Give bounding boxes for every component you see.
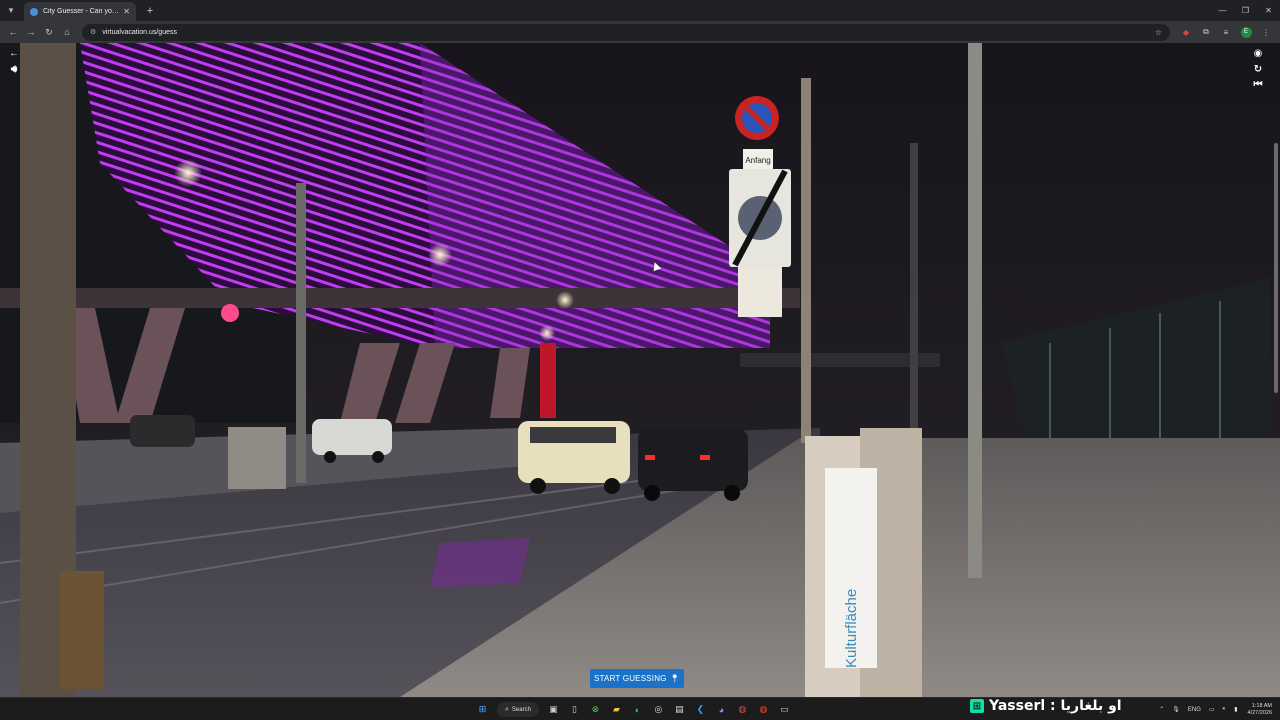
page-scrollbar[interactable]: [1274, 143, 1278, 393]
volume-tray-icon[interactable]: 🔈︎: [1223, 706, 1227, 713]
map-pin-icon: 📍︎: [669, 674, 680, 683]
car-dark-sedan: [638, 429, 748, 501]
media-playlist-icon[interactable]: ≡: [1218, 24, 1234, 40]
chrome-icon[interactable]: ◍: [734, 701, 751, 718]
file-explorer-icon[interactable]: ▰: [608, 701, 625, 718]
browser-tab[interactable]: City Guesser - Can you guess o ✕: [24, 2, 136, 21]
site-info-icon[interactable]: ⚙: [90, 28, 96, 36]
language-indicator[interactable]: ENG: [1188, 707, 1201, 713]
windows-start-icon[interactable]: ⊞: [474, 701, 491, 718]
phone-link-icon[interactable]: ▯: [566, 701, 583, 718]
forward-icon[interactable]: →: [22, 23, 40, 41]
start-guessing-label: START GUESSING: [594, 674, 667, 683]
reload-icon[interactable]: ↻: [40, 23, 58, 41]
discord-icon[interactable]: ◕: [713, 701, 730, 718]
target-icon[interactable]: ◉: [1251, 46, 1265, 60]
tab-search-icon[interactable]: ▾: [2, 1, 20, 19]
site-favicon-icon: [30, 7, 38, 16]
task-view-icon[interactable]: ▣: [545, 701, 562, 718]
car-dark-left: [130, 415, 195, 447]
back-arrow-icon[interactable]: ←: [7, 46, 21, 60]
bin-label-text: Kulturfläche: [843, 589, 860, 668]
back-icon[interactable]: ←: [4, 23, 22, 41]
maximize-icon[interactable]: ❐: [1234, 0, 1257, 21]
taskbar-clock[interactable]: 1:18 AM 4/27/2026: [1248, 703, 1272, 717]
profile-avatar[interactable]: E: [1238, 24, 1254, 40]
browser-toolbar: ← → ↻ ⌂ ⚙ virtualvacation.us/guess ☆ ◆ ⧉…: [0, 21, 1280, 43]
minimize-icon[interactable]: —: [1211, 0, 1234, 21]
extension-shield-icon[interactable]: ◆: [1178, 24, 1194, 40]
tab-strip: ▾ City Guesser - Can you guess o ✕ + — ❐…: [0, 0, 1280, 21]
microphone-icon[interactable]: 🎙︎: [1172, 706, 1180, 713]
street-view-panorama[interactable]: Anfang Kulturfläche ← 🔊︎ ◉ ↻ ⏮ START GUE…: [0, 43, 1280, 697]
volume-icon[interactable]: 🔊︎: [7, 62, 21, 76]
vscode-icon[interactable]: ❮: [692, 701, 709, 718]
close-tab-icon[interactable]: ✕: [123, 7, 130, 16]
street-scene-image: Anfang Kulturfläche: [0, 43, 1280, 697]
browser-menu-icon[interactable]: ⋮: [1258, 24, 1274, 40]
url-text: virtualvacation.us/guess: [102, 28, 177, 36]
extensions-puzzle-icon[interactable]: ⧉: [1198, 24, 1214, 40]
xbox-icon[interactable]: ⊗: [587, 701, 604, 718]
notes-icon[interactable]: ▤: [671, 701, 688, 718]
new-tab-button[interactable]: +: [142, 3, 158, 19]
terminal-icon[interactable]: ▭: [776, 701, 793, 718]
chrome-profile-icon[interactable]: ◍: [755, 701, 772, 718]
overlay-logo-icon: ⊞: [970, 699, 984, 713]
network-icon[interactable]: ▭: [1209, 706, 1215, 713]
search-icon: ⌕: [505, 705, 509, 713]
edge-icon[interactable]: ◐: [629, 701, 646, 718]
skip-back-icon[interactable]: ⏮: [1251, 77, 1265, 91]
tray-expand-icon[interactable]: ⌃: [1159, 706, 1164, 713]
sign-anfang-text: Anfang: [745, 156, 770, 165]
stream-overlay-label: ⊞ Yasserl : او بلغاريا: [970, 696, 1122, 716]
window-controls: — ❐ ✕: [1211, 0, 1280, 21]
refresh-icon[interactable]: ↻: [1251, 62, 1265, 76]
tab-title: City Guesser - Can you guess o: [43, 8, 120, 15]
close-window-icon[interactable]: ✕: [1257, 0, 1280, 21]
start-guessing-button[interactable]: START GUESSING 📍︎: [590, 669, 684, 688]
bookmark-star-icon[interactable]: ☆: [1155, 28, 1162, 37]
address-bar[interactable]: ⚙ virtualvacation.us/guess ☆: [82, 23, 1170, 41]
taskbar-search[interactable]: ⌕ Search: [497, 702, 539, 717]
home-icon[interactable]: ⌂: [58, 23, 76, 41]
battery-icon[interactable]: ▮: [1234, 706, 1237, 713]
system-tray: ⌃ 🎙︎ ENG ▭ 🔈︎ ▮ 1:18 AM 4/27/2026: [1155, 701, 1272, 718]
capture-app-icon[interactable]: ◎: [650, 701, 667, 718]
